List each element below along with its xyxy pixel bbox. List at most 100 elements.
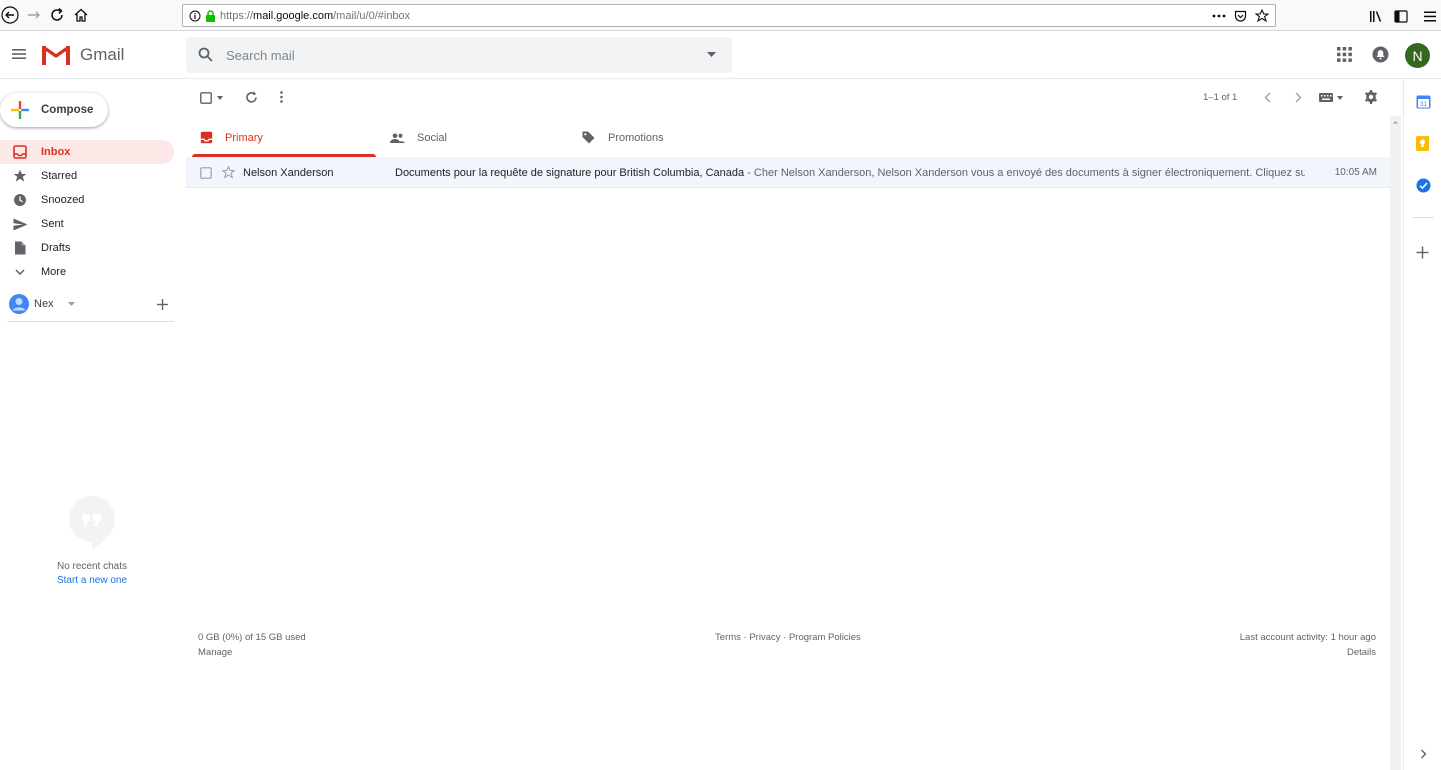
sidebar-item-label: Sent bbox=[41, 218, 64, 230]
sidebar-item-inbox[interactable]: Inbox bbox=[0, 140, 174, 164]
tab-label: Promotions bbox=[608, 131, 664, 144]
sidebar-toggle-icon[interactable] bbox=[1391, 6, 1411, 26]
new-chat-plus-icon[interactable] bbox=[157, 298, 168, 310]
activity-details-link[interactable]: Details bbox=[1240, 647, 1376, 658]
apps-grid-icon[interactable] bbox=[1337, 47, 1352, 67]
email-checkbox[interactable] bbox=[200, 167, 212, 179]
compose-plus-icon bbox=[11, 101, 29, 119]
draft-icon bbox=[12, 240, 28, 256]
bookmark-star-icon[interactable] bbox=[1255, 7, 1269, 25]
search-bar[interactable] bbox=[186, 37, 732, 73]
sidebar-nav: Inbox Starred Snoozed Sent Drafts More bbox=[0, 140, 180, 284]
star-outline-icon[interactable] bbox=[222, 166, 235, 179]
url-bar[interactable]: https://mail.google.com/mail/u/0/#inbox bbox=[182, 4, 1276, 27]
browser-toolbar: https://mail.google.com/mail/u/0/#inbox bbox=[0, 0, 1441, 31]
sidebar-item-sent[interactable]: Sent bbox=[0, 212, 174, 236]
hangouts-user[interactable]: Nex bbox=[9, 292, 174, 316]
email-sender: Nelson Xanderson bbox=[243, 166, 334, 179]
program-policies-link[interactable]: Program Policies bbox=[789, 632, 861, 643]
gmail-logo[interactable]: Gmail bbox=[42, 44, 124, 65]
lock-icon[interactable] bbox=[205, 9, 216, 22]
more-vert-icon[interactable] bbox=[280, 91, 283, 103]
svg-text:31: 31 bbox=[1420, 102, 1427, 108]
forward-icon[interactable] bbox=[24, 5, 44, 25]
compose-button[interactable]: Compose bbox=[0, 93, 108, 127]
tab-label: Social bbox=[417, 131, 447, 144]
select-all-checkbox[interactable] bbox=[200, 92, 212, 104]
chevron-left-icon[interactable] bbox=[1264, 92, 1271, 103]
calendar-icon[interactable]: 31 bbox=[1416, 94, 1432, 110]
hangouts-quote-icon bbox=[69, 496, 115, 550]
url-text[interactable]: https://mail.google.com/mail/u/0/#inbox bbox=[220, 10, 410, 22]
people-icon bbox=[390, 133, 405, 143]
inbox-tab-icon bbox=[200, 131, 213, 144]
hangouts-user-name: Nex bbox=[34, 298, 54, 310]
tab-social[interactable]: Social bbox=[390, 117, 447, 158]
chevron-right-icon[interactable] bbox=[1295, 92, 1302, 103]
input-tools-dropdown-icon[interactable] bbox=[1337, 96, 1343, 100]
tag-icon bbox=[582, 131, 595, 144]
tab-label: Primary bbox=[225, 131, 263, 144]
sidebar-item-label: Snoozed bbox=[41, 194, 85, 206]
start-new-chat-link[interactable]: Start a new one bbox=[20, 575, 164, 586]
sidebar-item-snoozed[interactable]: Snoozed bbox=[0, 188, 174, 212]
search-options-icon[interactable] bbox=[707, 52, 716, 57]
storage-usage: 0 GB (0%) of 15 GB used bbox=[198, 632, 306, 643]
email-subject: Documents pour la requête de signature p… bbox=[395, 166, 745, 179]
browser-menu-icon[interactable] bbox=[1420, 6, 1440, 26]
url-domain: mail.google.com bbox=[253, 9, 334, 22]
side-panel-divider bbox=[1412, 217, 1434, 218]
sidebar-item-more[interactable]: More bbox=[0, 260, 174, 284]
email-snippet: - Cher Nelson Xanderson, Nelson Xanderso… bbox=[744, 166, 1305, 179]
refresh-icon[interactable] bbox=[245, 91, 258, 104]
info-icon[interactable] bbox=[189, 10, 201, 22]
reload-icon[interactable] bbox=[47, 5, 67, 25]
hangouts-divider bbox=[7, 321, 174, 322]
no-chats-text: No recent chats bbox=[56, 561, 128, 572]
sidebar-item-label: More bbox=[41, 266, 67, 278]
more-actions-icon[interactable] bbox=[1212, 7, 1226, 25]
tab-promotions[interactable]: Promotions bbox=[582, 117, 664, 158]
email-subject-snippet: Documents pour la requête de signature p… bbox=[395, 167, 1305, 179]
main-menu-icon[interactable] bbox=[10, 45, 28, 63]
status-dropdown-icon[interactable] bbox=[67, 302, 75, 306]
expand-panel-chevron-icon[interactable] bbox=[1420, 746, 1436, 762]
user-avatar-icon bbox=[9, 294, 29, 314]
clock-icon bbox=[12, 192, 28, 208]
sidebar-item-drafts[interactable]: Drafts bbox=[0, 236, 174, 260]
back-icon[interactable] bbox=[0, 5, 20, 25]
pocket-icon[interactable] bbox=[1234, 7, 1247, 25]
gmail-m-icon bbox=[42, 45, 70, 65]
gmail-wordmark: Gmail bbox=[80, 44, 125, 64]
search-icon[interactable] bbox=[198, 47, 213, 62]
url-path: /mail/u/0/#inbox bbox=[333, 9, 411, 22]
tasks-icon[interactable] bbox=[1416, 178, 1432, 194]
search-input[interactable] bbox=[226, 37, 686, 73]
add-addon-plus-icon[interactable] bbox=[1416, 246, 1432, 262]
active-tab-indicator bbox=[192, 154, 376, 157]
library-icon[interactable] bbox=[1366, 6, 1386, 26]
settings-gear-icon[interactable] bbox=[1364, 90, 1378, 104]
email-time: 10:05 AM bbox=[1334, 167, 1377, 178]
category-tabs: Primary Social Promotions bbox=[186, 117, 1390, 158]
main-scrollbar[interactable] bbox=[1390, 116, 1401, 770]
sidebar-item-label: Inbox bbox=[41, 146, 71, 158]
tab-primary[interactable]: Primary bbox=[200, 117, 263, 158]
scroll-up-arrow-icon[interactable] bbox=[1390, 118, 1401, 126]
chevron-down-icon bbox=[12, 264, 28, 280]
email-row[interactable]: Nelson Xanderson Documents pour la requê… bbox=[186, 158, 1390, 188]
manage-storage-link[interactable]: Manage bbox=[198, 647, 306, 658]
keep-icon[interactable] bbox=[1416, 136, 1432, 152]
footer-separator: · bbox=[780, 632, 789, 643]
home-icon[interactable] bbox=[71, 5, 91, 25]
terms-link[interactable]: Terms bbox=[715, 632, 741, 643]
select-dropdown-icon[interactable] bbox=[217, 96, 223, 100]
privacy-link[interactable]: Privacy bbox=[749, 632, 780, 643]
last-activity: Last account activity: 1 hour ago bbox=[1239, 632, 1376, 643]
side-panel: 31 bbox=[1403, 80, 1441, 770]
sidebar-item-starred[interactable]: Starred bbox=[0, 164, 174, 188]
keyboard-icon[interactable] bbox=[1319, 93, 1333, 102]
notifications-bell-icon[interactable] bbox=[1372, 46, 1389, 68]
account-avatar[interactable]: N bbox=[1405, 43, 1430, 68]
compose-label: Compose bbox=[41, 104, 94, 116]
